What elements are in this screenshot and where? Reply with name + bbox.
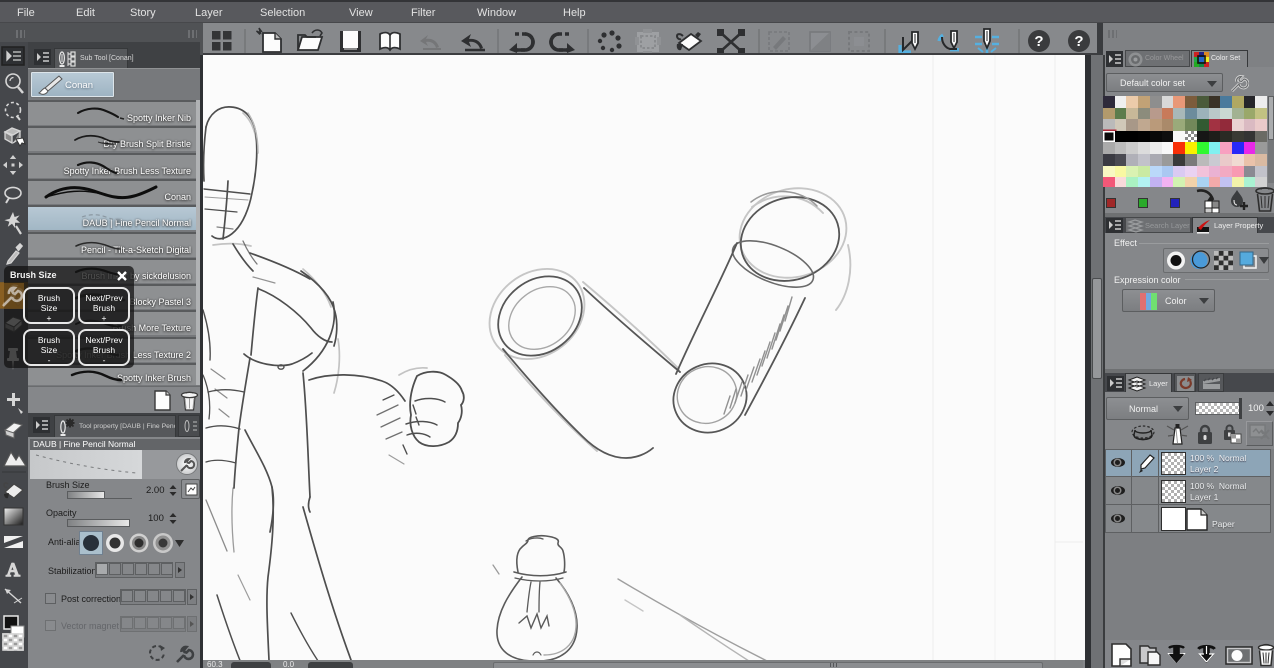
svg-text:?: ? <box>1074 33 1083 50</box>
svg-text:?: ? <box>1034 33 1043 50</box>
svg-text:A: A <box>6 560 20 581</box>
